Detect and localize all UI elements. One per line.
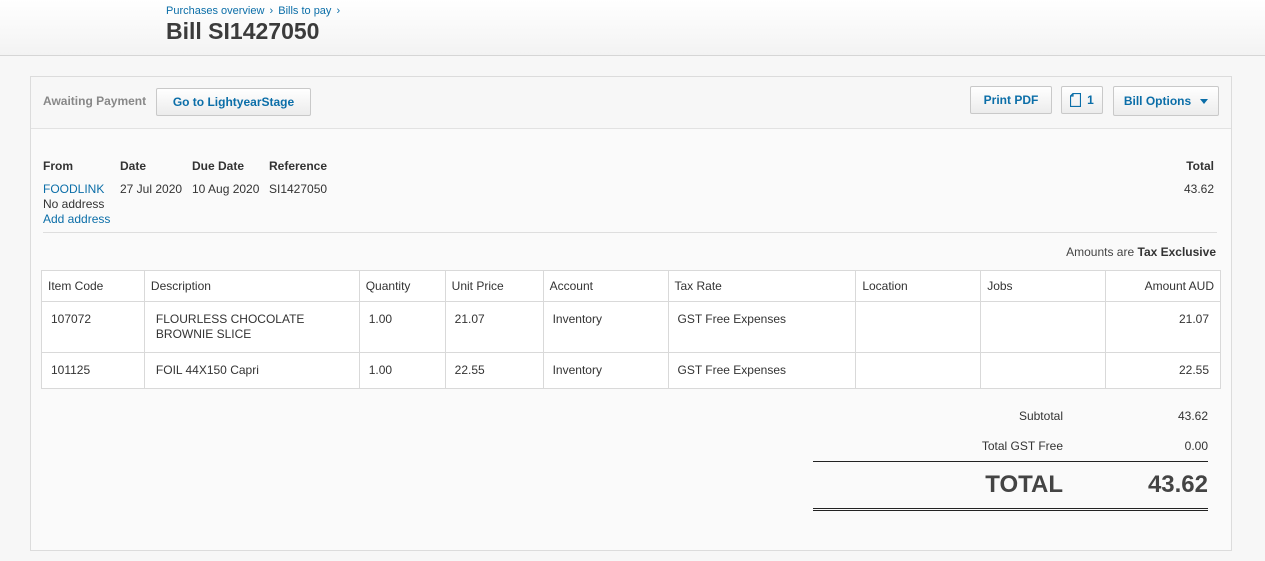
item-code-cell: 101125 bbox=[41, 352, 145, 389]
reference-label: Reference bbox=[269, 159, 328, 173]
amount-cell: 21.07 bbox=[1105, 301, 1221, 353]
column-header-location: Location bbox=[855, 270, 982, 302]
date-label: Date bbox=[120, 159, 147, 173]
go-to-lightyear-label: Go to LightyearStage bbox=[172, 95, 295, 109]
bill-options-button[interactable]: Bill Options bbox=[1113, 86, 1219, 116]
tax-mode-note: Amounts are Tax Exclusive bbox=[1066, 245, 1216, 259]
add-address-link[interactable]: Add address bbox=[43, 212, 110, 227]
no-address-text: No address bbox=[43, 197, 105, 211]
status-label: Awaiting Payment bbox=[43, 94, 147, 108]
subtotal-value: 43.62 bbox=[1177, 409, 1208, 423]
column-header-quantity: Quantity bbox=[358, 270, 446, 302]
unit-price-cell: 21.07 bbox=[444, 301, 544, 353]
unit-price-cell: 22.55 bbox=[444, 352, 544, 389]
table-row[interactable]: 101125 FOIL 44X150 Capri 1.00 22.55 Inve… bbox=[41, 352, 1221, 389]
description-cell: FOIL 44X150 Capri bbox=[143, 352, 360, 389]
account-cell: Inventory bbox=[542, 352, 669, 389]
go-to-lightyear-button[interactable]: Go to LightyearStage bbox=[156, 88, 311, 116]
table-row[interactable]: 107072 FLOURLESS CHOCOLATE BROWNIE SLICE… bbox=[41, 301, 1221, 353]
divider bbox=[43, 232, 1217, 233]
due-date-value: 10 Aug 2020 bbox=[192, 182, 260, 196]
files-button[interactable]: 1 bbox=[1061, 86, 1103, 114]
tax-note-mode: Tax Exclusive bbox=[1137, 245, 1217, 259]
bill-toolbar: Awaiting Payment Go to LightyearStage Pr… bbox=[31, 77, 1231, 129]
column-header-amount: Amount AUD bbox=[1105, 270, 1221, 302]
gst-value: 0.00 bbox=[1184, 439, 1208, 453]
subtotal-label: Subtotal bbox=[1018, 409, 1063, 423]
total-value: 43.62 bbox=[1183, 182, 1214, 196]
description-cell: FLOURLESS CHOCOLATE BROWNIE SLICE bbox=[143, 301, 360, 353]
page-title: Bill SI1427050 bbox=[166, 18, 320, 44]
date-value: 27 Jul 2020 bbox=[120, 182, 183, 196]
column-header-description: Description bbox=[143, 270, 360, 302]
page-header: Purchases overview › Bills to pay › Bill… bbox=[0, 0, 1265, 56]
chevron-down-icon bbox=[1200, 98, 1209, 104]
tax-rate-cell: GST Free Expenses bbox=[667, 301, 857, 353]
item-code-cell: 107072 bbox=[41, 301, 145, 353]
reference-value: SI1427050 bbox=[269, 182, 328, 196]
location-cell bbox=[855, 352, 982, 389]
breadcrumb-separator: › bbox=[269, 5, 274, 17]
amount-cell: 22.55 bbox=[1105, 352, 1221, 389]
bill-card: Awaiting Payment Go to LightyearStage Pr… bbox=[30, 76, 1232, 551]
jobs-cell bbox=[980, 352, 1107, 389]
column-header-unit-price: Unit Price bbox=[444, 270, 544, 302]
tax-note-prefix: Amounts are bbox=[1066, 245, 1135, 259]
grand-total-row: TOTAL 43.62 bbox=[813, 461, 1208, 511]
table-header-row: Item Code Description Quantity Unit Pric… bbox=[41, 270, 1221, 302]
breadcrumb-separator: › bbox=[336, 5, 341, 17]
files-count: 1 bbox=[1087, 93, 1094, 107]
from-label: From bbox=[43, 159, 73, 173]
tax-rate-cell: GST Free Expenses bbox=[667, 352, 857, 389]
column-header-account: Account bbox=[542, 270, 669, 302]
column-header-tax-rate: Tax Rate bbox=[667, 270, 857, 302]
total-label: Total bbox=[1186, 159, 1214, 173]
breadcrumb: Purchases overview › Bills to pay › bbox=[166, 5, 342, 17]
account-cell: Inventory bbox=[542, 301, 669, 353]
breadcrumb-bills-to-pay[interactable]: Bills to pay bbox=[278, 5, 331, 17]
print-pdf-button[interactable]: Print PDF bbox=[970, 86, 1052, 114]
quantity-cell: 1.00 bbox=[358, 301, 446, 353]
print-pdf-label: Print PDF bbox=[983, 93, 1039, 107]
gst-label: Total GST Free bbox=[981, 439, 1063, 453]
jobs-cell bbox=[980, 301, 1107, 353]
quantity-cell: 1.00 bbox=[358, 352, 446, 389]
column-header-jobs: Jobs bbox=[980, 270, 1107, 302]
column-header-item-code: Item Code bbox=[41, 270, 145, 302]
line-items-table: Item Code Description Quantity Unit Pric… bbox=[41, 270, 1221, 389]
subtotal-row: Subtotal 43.62 bbox=[813, 402, 1208, 432]
breadcrumb-purchases-overview[interactable]: Purchases overview bbox=[166, 5, 264, 17]
totals-block: Subtotal 43.62 Total GST Free 0.00 TOTAL… bbox=[813, 402, 1208, 511]
grand-total-label: TOTAL bbox=[985, 471, 1063, 498]
location-cell bbox=[855, 301, 982, 353]
grand-total-value: 43.62 bbox=[1147, 471, 1208, 498]
document-icon bbox=[1070, 93, 1082, 107]
bill-options-label: Bill Options bbox=[1123, 94, 1192, 108]
gst-row: Total GST Free 0.00 bbox=[813, 432, 1208, 462]
supplier-link[interactable]: FOODLINK bbox=[43, 182, 110, 197]
from-block: FOODLINK No address Add address bbox=[43, 182, 110, 227]
due-date-label: Due Date bbox=[192, 159, 245, 173]
